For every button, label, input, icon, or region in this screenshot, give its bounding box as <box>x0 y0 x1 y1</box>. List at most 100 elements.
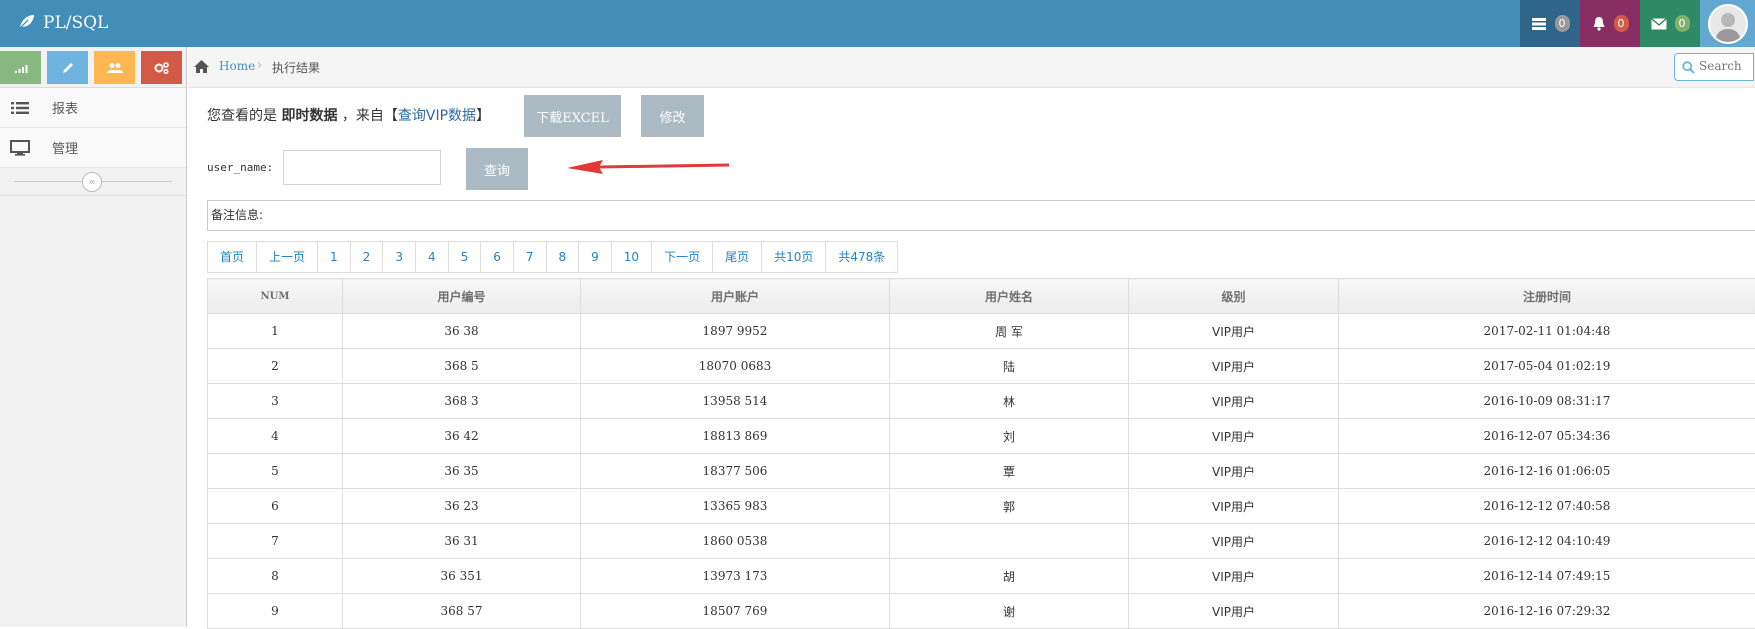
page-total-pages: 共10页 <box>762 242 826 272</box>
cell-reg-time: 2017-05-04 01:02:19 <box>1339 349 1755 384</box>
column-header-account: 用户账户 <box>581 279 890 314</box>
cell-level: VIP用户 <box>1129 594 1339 629</box>
cell-reg-time: 2016-12-16 01:06:05 <box>1339 454 1755 489</box>
cell-account: 1897 9952 <box>581 314 890 349</box>
user-menu[interactable] <box>1700 0 1755 47</box>
shortcut-signal-button[interactable] <box>0 51 41 84</box>
table-row: 5 36 35 18377 506 覃 VIP用户 2016-12-16 01:… <box>208 454 1755 489</box>
breadcrumb-home-link[interactable]: Home <box>219 59 255 73</box>
query-button[interactable]: 查询 <box>466 148 528 190</box>
tasks-icon <box>1531 17 1547 31</box>
cell-name: 周 军 <box>890 314 1129 349</box>
source-link[interactable]: 查询VIP数据 <box>398 108 476 124</box>
cell-num: 5 <box>208 454 343 489</box>
info-mode: 即时数据 <box>281 108 337 124</box>
user-name-label: user_name: <box>207 161 273 174</box>
cell-account: 13973 173 <box>581 559 890 594</box>
cell-level: VIP用户 <box>1129 349 1339 384</box>
bell-icon <box>1592 16 1606 31</box>
cell-level: VIP用户 <box>1129 384 1339 419</box>
cell-num: 8 <box>208 559 343 594</box>
brand[interactable]: PL/SQL <box>18 0 108 47</box>
table-row: 1 36 38 1897 9952 周 军 VIP用户 2017-02-11 0… <box>208 314 1755 349</box>
cell-num: 4 <box>208 419 343 454</box>
leaf-icon <box>18 13 35 30</box>
avatar <box>1708 4 1748 44</box>
top-navbar: PL/SQL 0 0 0 <box>0 0 1755 47</box>
messages-badge: 0 <box>1675 15 1690 32</box>
signal-icon <box>14 63 28 73</box>
page-5[interactable]: 5 <box>449 242 482 272</box>
cell-name: 林 <box>890 384 1129 419</box>
breadcrumb-separator: › <box>257 58 262 73</box>
tasks-button[interactable]: 0 <box>1520 0 1580 47</box>
table-header-row: NUM 用户编号 用户账户 用户姓名 级别 注册时间 <box>208 279 1755 314</box>
shortcut-pencil-button[interactable] <box>47 51 88 84</box>
page-2[interactable]: 2 <box>351 242 384 272</box>
cell-num: 3 <box>208 384 343 419</box>
cell-user-id: 36 42 <box>343 419 581 454</box>
messages-button[interactable]: 0 <box>1640 0 1700 47</box>
cell-account: 13958 514 <box>581 384 890 419</box>
page-prev[interactable]: 上一页 <box>257 242 318 272</box>
cell-account: 18070 0683 <box>581 349 890 384</box>
cell-name: 谢 <box>890 594 1129 629</box>
cell-name: 陆 <box>890 349 1129 384</box>
cell-user-id: 36 23 <box>343 489 581 524</box>
column-header-num: NUM <box>208 279 343 314</box>
page-8[interactable]: 8 <box>547 242 580 272</box>
info-prefix: 您查看的是 <box>207 108 277 124</box>
sidebar: 报表 管理 « <box>0 47 187 627</box>
cell-reg-time: 2016-12-07 05:34:36 <box>1339 419 1755 454</box>
tasks-badge: 0 <box>1555 15 1570 32</box>
sidebar-collapse: « <box>0 168 186 196</box>
cell-user-id: 36 35 <box>343 454 581 489</box>
download-excel-button[interactable]: 下载EXCEL <box>524 95 621 137</box>
page-4[interactable]: 4 <box>416 242 449 272</box>
page-3[interactable]: 3 <box>383 242 416 272</box>
column-header-level: 级别 <box>1129 279 1339 314</box>
cell-name: 刘 <box>890 419 1129 454</box>
cell-name: 胡 <box>890 559 1129 594</box>
sidebar-item-manage[interactable]: 管理 <box>0 128 186 168</box>
user-avatar-icon <box>1710 6 1746 42</box>
cell-name <box>890 524 1129 559</box>
cell-num: 9 <box>208 594 343 629</box>
page-last[interactable]: 尾页 <box>713 242 762 272</box>
table-row: 4 36 42 18813 869 刘 VIP用户 2016-12-07 05:… <box>208 419 1755 454</box>
navbar-right: 0 0 0 <box>1520 0 1755 47</box>
page-10[interactable]: 10 <box>612 242 652 272</box>
shortcuts <box>0 47 186 88</box>
user-name-input[interactable] <box>283 150 441 185</box>
page-1[interactable]: 1 <box>318 242 351 272</box>
edit-button[interactable]: 修改 <box>641 95 704 137</box>
sidebar-item-label: 报表 <box>52 98 78 117</box>
page-7[interactable]: 7 <box>514 242 547 272</box>
cell-account: 1860 0538 <box>581 524 890 559</box>
cell-num: 1 <box>208 314 343 349</box>
desktop-icon <box>10 140 30 156</box>
cell-reg-time: 2017-02-11 01:04:48 <box>1339 314 1755 349</box>
cell-account: 18377 506 <box>581 454 890 489</box>
shortcut-users-button[interactable] <box>94 51 135 84</box>
notifications-button[interactable]: 0 <box>1580 0 1640 47</box>
cell-user-id: 368 5 <box>343 349 581 384</box>
cell-user-id: 368 57 <box>343 594 581 629</box>
search-icon <box>1682 61 1695 74</box>
page-6[interactable]: 6 <box>481 242 514 272</box>
search-box <box>1674 53 1754 81</box>
remark-label: 备注信息: <box>211 208 263 222</box>
collapse-sidebar-button[interactable]: « <box>82 172 102 192</box>
page-first[interactable]: 首页 <box>208 242 257 272</box>
cell-reg-time: 2016-12-12 04:10:49 <box>1339 524 1755 559</box>
page-total-records: 共478条 <box>826 242 898 272</box>
page-next[interactable]: 下一页 <box>652 242 713 272</box>
sidebar-item-reports[interactable]: 报表 <box>0 88 186 128</box>
shortcut-cogs-button[interactable] <box>141 51 182 84</box>
column-header-reg-time: 注册时间 <box>1339 279 1755 314</box>
pencil-icon <box>62 62 74 74</box>
search-input[interactable] <box>1699 59 1755 73</box>
page-9[interactable]: 9 <box>579 242 612 272</box>
cell-level: VIP用户 <box>1129 489 1339 524</box>
cell-level: VIP用户 <box>1129 419 1339 454</box>
